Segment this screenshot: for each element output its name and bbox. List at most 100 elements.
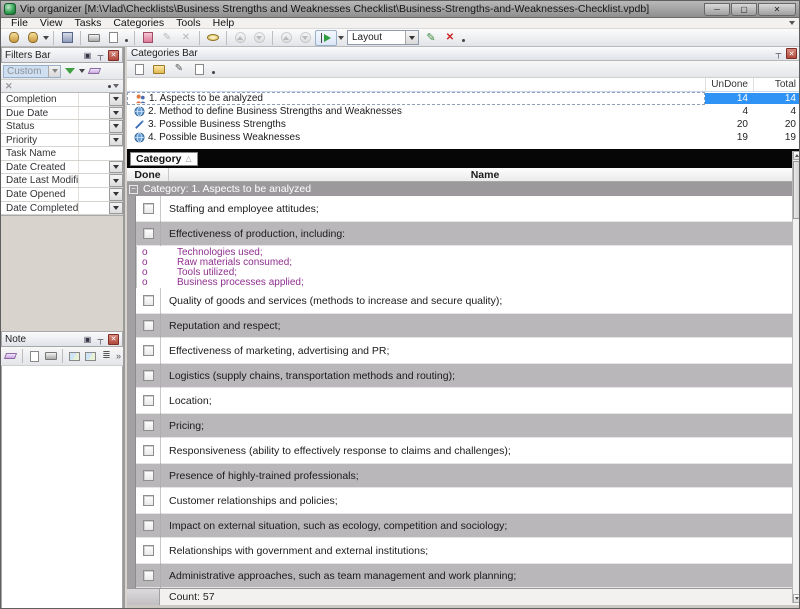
note-more-icon[interactable]: » — [116, 352, 121, 361]
print-icon[interactable] — [85, 30, 103, 46]
note-print-icon[interactable] — [43, 349, 58, 363]
task-row[interactable]: Responsiveness (ability to effectively r… — [127, 438, 800, 463]
filter-value[interactable] — [79, 107, 109, 120]
categories-overflow-icon[interactable] — [212, 71, 215, 74]
print-preview-icon[interactable] — [104, 30, 122, 46]
categories-close-icon[interactable]: ✕ — [786, 48, 797, 59]
task-row[interactable]: Pricing; — [127, 413, 800, 438]
customize-layout-icon[interactable]: ✎ — [422, 30, 440, 46]
layout-view-dropdown-icon[interactable] — [338, 36, 344, 40]
filter-dropdown-icon[interactable] — [109, 161, 123, 174]
filters-close-icon[interactable]: ✕ — [108, 50, 119, 61]
menu-categories[interactable]: Categories — [107, 17, 170, 29]
done-column-header[interactable]: Done — [127, 168, 169, 181]
filters-pin-icon[interactable]: ┬ — [95, 50, 106, 61]
done-checkbox[interactable] — [143, 570, 154, 581]
edit-category-icon[interactable]: ✎ — [170, 61, 188, 77]
layout-view-button[interactable] — [315, 30, 337, 46]
done-checkbox[interactable] — [143, 520, 154, 531]
apply-filter-dropdown-icon[interactable] — [79, 69, 85, 73]
done-checkbox[interactable] — [143, 320, 154, 331]
category-row[interactable]: 1. Aspects to be analyzed 14 14 — [127, 92, 800, 105]
open-dropdown-icon[interactable] — [43, 36, 49, 40]
expand-all-icon[interactable] — [277, 30, 295, 46]
add-subcategory-icon[interactable] — [150, 61, 168, 77]
delete-layout-icon[interactable]: ✕ — [441, 30, 459, 46]
layout-overflow-icon[interactable] — [462, 39, 465, 42]
done-checkbox[interactable] — [143, 395, 154, 406]
task-row[interactable]: Quality of goods and services (methods t… — [127, 288, 800, 313]
note-pin-icon[interactable]: ┬ — [95, 334, 106, 345]
note-content[interactable] — [1, 366, 123, 609]
delete-task-icon[interactable]: ✕ — [177, 30, 195, 46]
open-database-icon[interactable] — [24, 30, 42, 46]
edit-task-icon[interactable]: ✎ — [158, 30, 176, 46]
filter-preset-combobox[interactable]: Custom — [3, 65, 61, 78]
menubar-options-icon[interactable] — [789, 21, 795, 25]
task-row[interactable]: Logistics (supply chains, transportation… — [127, 363, 800, 388]
group-row[interactable]: − Category: 1. Aspects to be analyzed — [127, 182, 800, 196]
new-database-icon[interactable] — [5, 30, 23, 46]
done-checkbox[interactable] — [143, 345, 154, 356]
done-checkbox[interactable] — [143, 295, 154, 306]
task-row[interactable]: Location; — [127, 388, 800, 413]
scrollbar-thumb[interactable] — [793, 161, 800, 219]
collapse-all-icon[interactable] — [296, 30, 314, 46]
done-checkbox[interactable] — [143, 420, 154, 431]
menu-tools[interactable]: Tools — [170, 17, 207, 29]
layout-combobox[interactable]: Layout — [347, 30, 419, 45]
filter-value[interactable] — [79, 120, 109, 133]
done-checkbox[interactable] — [143, 495, 154, 506]
note-preview-icon[interactable] — [27, 349, 42, 363]
note-maximize-icon[interactable]: ▣ — [82, 334, 93, 345]
filter-value[interactable] — [79, 174, 109, 187]
task-row[interactable]: Effectiveness of production, including: — [127, 221, 800, 246]
minimize-button[interactable]: ─ — [704, 3, 730, 16]
add-task-icon[interactable] — [139, 30, 157, 46]
done-checkbox[interactable] — [143, 445, 154, 456]
filter-value[interactable] — [79, 202, 109, 215]
add-category-icon[interactable] — [130, 61, 148, 77]
task-row[interactable]: Effectiveness of marketing, advertising … — [127, 338, 800, 363]
menu-tasks[interactable]: Tasks — [69, 17, 108, 29]
delete-category-icon[interactable] — [190, 61, 208, 77]
insert-image-icon[interactable] — [67, 349, 82, 363]
task-row[interactable]: Customer relationships and policies; — [127, 488, 800, 513]
filter-value[interactable] — [79, 147, 123, 160]
filter-value[interactable] — [79, 188, 109, 201]
categories-pin-icon[interactable]: ┬ — [773, 48, 784, 59]
apply-filter-icon[interactable] — [63, 63, 77, 79]
menu-view[interactable]: View — [34, 17, 69, 29]
scroll-down-icon[interactable] — [793, 594, 800, 603]
collapse-group-icon[interactable]: − — [129, 185, 138, 194]
category-row[interactable]: 2. Method to define Business Strengths a… — [127, 105, 800, 118]
done-checkbox[interactable] — [143, 203, 154, 214]
filter-value[interactable] — [79, 161, 109, 174]
clear-filter-eraser-icon[interactable] — [87, 63, 101, 79]
menu-file[interactable]: File — [5, 17, 34, 29]
task-row[interactable]: Impact on external situation, such as ec… — [127, 513, 800, 538]
layout-combobox-arrow-icon[interactable] — [405, 31, 418, 44]
filter-preset-arrow-icon[interactable] — [48, 66, 60, 77]
filters-overflow-icon[interactable] — [108, 85, 111, 88]
done-checkbox[interactable] — [143, 370, 154, 381]
move-down-icon[interactable] — [250, 30, 268, 46]
view-tasks-icon[interactable] — [204, 30, 222, 46]
filter-value[interactable] — [79, 93, 109, 106]
group-by-category-button[interactable]: Category △ — [130, 152, 198, 166]
done-checkbox[interactable] — [143, 545, 154, 556]
task-row[interactable]: Relationships with government and extern… — [127, 538, 800, 563]
task-row[interactable]: Presence of highly-trained professionals… — [127, 463, 800, 488]
note-close-icon[interactable]: ✕ — [108, 334, 119, 345]
insert-table-icon[interactable] — [83, 349, 98, 363]
menu-help[interactable]: Help — [207, 17, 241, 29]
filter-dropdown-icon[interactable] — [109, 202, 123, 215]
filter-dropdown-icon[interactable] — [109, 174, 123, 187]
task-row[interactable]: Reputation and respect; — [127, 313, 800, 338]
total-column-header[interactable]: Total — [753, 78, 800, 91]
save-icon[interactable] — [58, 30, 76, 46]
filters-maximize-icon[interactable]: ▣ — [82, 50, 93, 61]
name-column-header[interactable]: Name — [169, 168, 800, 181]
done-checkbox[interactable] — [143, 228, 154, 239]
category-row[interactable]: 4. Possible Business Weaknesses 19 19 — [127, 131, 800, 144]
